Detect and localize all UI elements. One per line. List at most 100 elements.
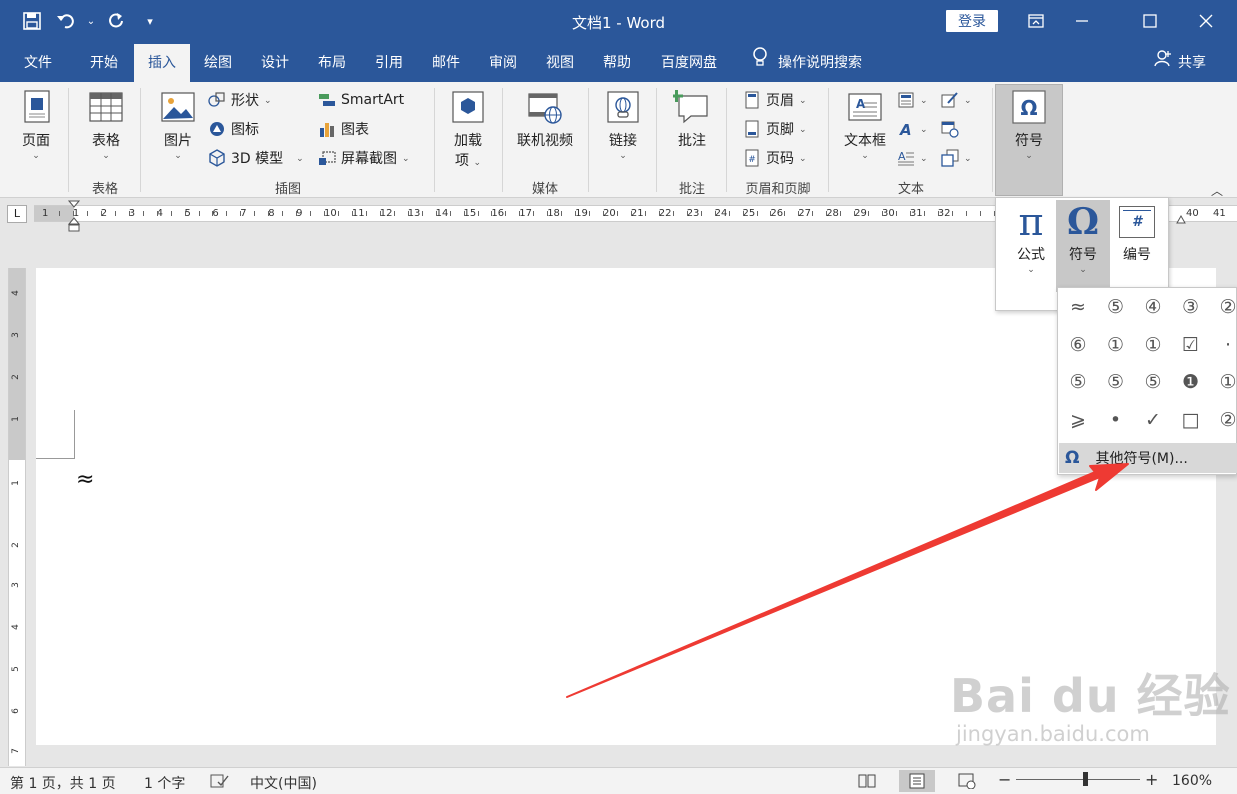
chevron-down-icon: ⌄ [102, 151, 110, 161]
smartart-label: SmartArt [341, 92, 405, 108]
symbol-cell[interactable]: ⩾ [1059, 402, 1097, 438]
symbol-cell[interactable]: ≈ [1059, 289, 1097, 325]
symbol-cell[interactable]: ① [1097, 327, 1135, 363]
symbol-cell[interactable]: ❶ [1172, 364, 1210, 400]
object-button[interactable]: ⌄ [941, 146, 972, 170]
shapes-label: 形状 [231, 93, 259, 109]
tab-review[interactable]: 审阅 [477, 44, 529, 82]
tab-mailings[interactable]: 邮件 [420, 44, 472, 82]
symbol-cell[interactable]: ① [1134, 327, 1172, 363]
symbol-cell[interactable]: ☑ [1172, 327, 1210, 363]
smartart-icon [318, 91, 336, 109]
vertical-ruler[interactable] [8, 268, 26, 766]
page-number-button[interactable]: # 页码 ⌄ [743, 146, 807, 170]
equation-option[interactable]: π 公式 ⌄ [1004, 200, 1058, 292]
close-icon[interactable] [1184, 8, 1228, 34]
language-indicator[interactable]: 中文(中国) [250, 773, 317, 793]
symbol-cell[interactable]: ⑤ [1134, 364, 1172, 400]
symbol-cell[interactable]: □ [1172, 402, 1210, 438]
symbol-cell[interactable]: ⑤ [1097, 289, 1135, 325]
symbol-cell[interactable]: ① [1209, 364, 1237, 400]
symbol-cell[interactable]: ② [1209, 402, 1237, 438]
numbering-option[interactable]: # 编号 [1110, 200, 1164, 292]
collapse-ribbon-icon[interactable]: ︿ [1211, 182, 1223, 199]
word-count[interactable]: 1 个字 [144, 773, 185, 793]
wordart-button[interactable]: A ⌄ [897, 117, 928, 141]
shapes-button[interactable]: 形状 ⌄ [208, 88, 272, 112]
symbols-button[interactable]: Ω 符号 ⌄ [1004, 88, 1054, 161]
symbol-cell[interactable]: ⑤ [1059, 364, 1097, 400]
tab-insert[interactable]: 插入 [134, 44, 190, 82]
more-symbols-item[interactable]: Ω 其他符号(M)... [1059, 443, 1237, 473]
symbol-cell[interactable]: · [1209, 327, 1237, 363]
right-indent-marker-icon[interactable] [1176, 214, 1186, 224]
signature-line-button[interactable]: ⌄ [941, 88, 972, 112]
maximize-icon[interactable] [1128, 8, 1172, 34]
page-number-label: 页码 [766, 151, 794, 167]
ruler-number: 5 [10, 666, 21, 672]
tab-layout[interactable]: 布局 [306, 44, 358, 82]
symbol-option[interactable]: Ω 符号 ⌄ [1056, 200, 1110, 292]
ruler-tick [617, 211, 618, 216]
web-layout-icon[interactable] [958, 773, 976, 793]
symbol-cell[interactable]: ✓ [1134, 402, 1172, 438]
tab-file[interactable]: 文件 [12, 44, 64, 82]
zoom-out-button[interactable]: − [998, 770, 1011, 789]
minimize-icon[interactable] [1060, 8, 1104, 34]
picture-button[interactable]: 图片 ⌄ [156, 88, 200, 161]
3d-models-button[interactable]: 3D 模型 ⌄ [208, 146, 304, 170]
ruler-number: 4 [10, 624, 21, 630]
symbol-cell[interactable]: ② [1209, 289, 1237, 325]
tab-help[interactable]: 帮助 [591, 44, 643, 82]
print-layout-icon[interactable] [908, 773, 926, 793]
ruler-number: 10 [324, 208, 337, 219]
drop-cap-button[interactable]: A ⌄ [897, 146, 928, 170]
symbol-cell[interactable]: ⑤ [1097, 364, 1135, 400]
quick-parts-icon [897, 91, 915, 109]
zoom-slider-thumb[interactable] [1083, 772, 1088, 786]
icons-button[interactable]: 图标 [208, 117, 259, 141]
link-button[interactable]: 链接 ⌄ [601, 88, 645, 161]
screenshot-button[interactable]: 屏幕截图 ⌄ [318, 146, 410, 170]
proofing-icon[interactable] [210, 773, 230, 793]
header-button[interactable]: 页眉 ⌄ [743, 88, 807, 112]
header-label: 页眉 [766, 93, 794, 109]
zoom-slider-track[interactable] [1016, 779, 1140, 780]
group-divider [434, 88, 435, 192]
symbol-cell[interactable]: ④ [1134, 289, 1172, 325]
symbol-cell[interactable]: • [1097, 402, 1135, 438]
date-time-button[interactable] [941, 117, 959, 141]
chart-button[interactable]: 图表 [318, 117, 369, 141]
document-text[interactable]: ≈ [76, 467, 94, 492]
picture-icon [159, 88, 197, 126]
tab-draw[interactable]: 绘图 [192, 44, 244, 82]
picture-label: 图片 [164, 133, 192, 149]
tab-view[interactable]: 视图 [534, 44, 586, 82]
footer-button[interactable]: 页脚 ⌄ [743, 117, 807, 141]
zoom-level[interactable]: 160% [1172, 773, 1212, 789]
indent-marker-icon[interactable] [67, 200, 81, 232]
read-mode-icon[interactable] [858, 773, 876, 793]
tell-me-search[interactable]: 操作说明搜索 [752, 44, 862, 82]
tab-references[interactable]: 引用 [363, 44, 415, 82]
tab-selector[interactable]: L [7, 205, 27, 223]
online-video-button[interactable]: 联机视频 [514, 88, 576, 150]
ruler-tick [407, 211, 409, 216]
comment-button[interactable]: 批注 [670, 88, 714, 150]
ribbon-display-options-icon[interactable] [1014, 8, 1058, 34]
symbol-cell[interactable]: ③ [1172, 289, 1210, 325]
quick-parts-button[interactable]: ⌄ [897, 88, 928, 112]
table-button[interactable]: 表格 ⌄ [84, 88, 128, 161]
login-button[interactable]: 登录 [946, 10, 998, 32]
zoom-in-button[interactable]: + [1145, 770, 1158, 789]
share-button[interactable]: 共享 [1154, 44, 1206, 82]
smartart-button[interactable]: SmartArt [318, 88, 404, 112]
tab-home[interactable]: 开始 [78, 44, 130, 82]
addins-button[interactable]: 加载 项 ⌄ [446, 88, 490, 170]
textbox-button[interactable]: A 文本框 ⌄ [840, 88, 890, 161]
tab-design[interactable]: 设计 [249, 44, 301, 82]
page-count[interactable]: 第 1 页，共 1 页 [10, 773, 116, 793]
tab-baidu-netdisk[interactable]: 百度网盘 [652, 44, 726, 82]
pages-button[interactable]: 页面 ⌄ [14, 88, 58, 161]
symbol-cell[interactable]: ⑥ [1059, 327, 1097, 363]
